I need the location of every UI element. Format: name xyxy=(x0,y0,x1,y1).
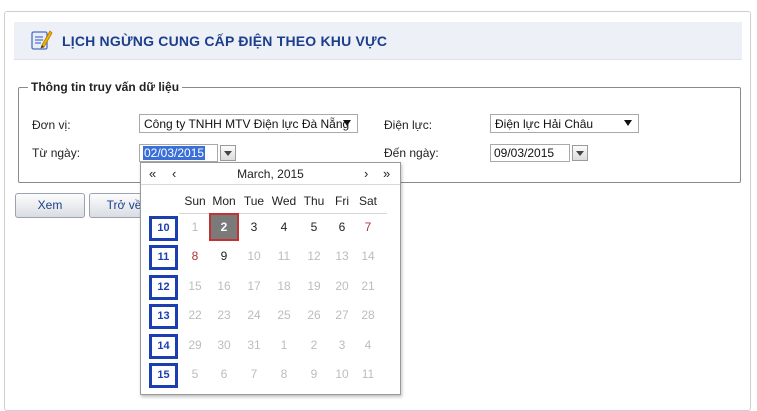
page-header: LỊCH NGỪNG CUNG CẤP ĐIỆN THEO KHU VỰC xyxy=(14,22,742,60)
calendar-day[interactable]: 7 xyxy=(354,220,382,234)
tu-ngay-input[interactable]: 02/03/2015 xyxy=(139,144,218,162)
week-number[interactable]: 13 xyxy=(149,304,178,329)
next-year-button[interactable]: » xyxy=(383,166,390,181)
chevron-down-icon xyxy=(624,120,632,126)
date-picker-calendar: « ‹ March, 2015 › » Sun Mon Tue Wed Thu … xyxy=(140,162,401,395)
calendar-day[interactable]: 28 xyxy=(354,308,382,322)
tu-ngay-dropdown-button[interactable] xyxy=(220,145,236,161)
calendar-day[interactable]: 29 xyxy=(181,338,209,352)
calendar-day[interactable]: 31 xyxy=(240,338,268,352)
weekday-tue: Tue xyxy=(243,194,265,208)
week-number[interactable]: 10 xyxy=(149,216,178,241)
den-ngay-input[interactable]: 09/03/2015 xyxy=(490,144,570,162)
week-number[interactable]: 11 xyxy=(149,245,178,270)
weekday-mon: Mon xyxy=(212,194,236,208)
query-legend: Thông tin truy vấn dữ liệu xyxy=(28,80,183,94)
calendar-day[interactable]: 3 xyxy=(328,338,356,352)
don-vi-value: Công ty TNHH MTV Điện lực Đà Nẵng xyxy=(144,117,350,131)
weekday-sat: Sat xyxy=(358,194,377,208)
calendar-nav: « ‹ March, 2015 › » xyxy=(141,163,400,185)
calendar-day[interactable]: 9 xyxy=(210,249,238,263)
weekday-fri: Fri xyxy=(335,194,349,208)
calendar-day[interactable]: 15 xyxy=(181,279,209,293)
calendar-day[interactable]: 2 xyxy=(300,338,328,352)
xem-button[interactable]: Xem xyxy=(15,193,85,218)
calendar-day[interactable]: 14 xyxy=(354,249,382,263)
calendar-day[interactable]: 10 xyxy=(240,249,268,263)
calendar-day[interactable]: 22 xyxy=(181,308,209,322)
next-month-button[interactable]: › xyxy=(364,166,368,181)
calendar-day[interactable]: 1 xyxy=(270,338,298,352)
calendar-day[interactable]: 13 xyxy=(328,249,356,263)
tu-ngay-value: 02/03/2015 xyxy=(143,146,206,160)
calendar-day[interactable]: 8 xyxy=(181,249,209,263)
calendar-day[interactable]: 25 xyxy=(270,308,298,322)
week-number[interactable]: 14 xyxy=(149,334,178,359)
don-vi-label: Đơn vị: xyxy=(32,118,71,132)
calendar-day[interactable]: 12 xyxy=(300,249,328,263)
don-vi-select[interactable]: Công ty TNHH MTV Điện lực Đà Nẵng xyxy=(139,114,358,133)
calendar-day[interactable]: 19 xyxy=(300,279,328,293)
notepad-pencil-icon xyxy=(31,30,53,50)
week-number[interactable]: 15 xyxy=(149,363,178,388)
calendar-day[interactable]: 8 xyxy=(270,367,298,381)
dien-luc-select[interactable]: Điện lực Hải Châu xyxy=(490,114,639,133)
calendar-day[interactable]: 9 xyxy=(300,367,328,381)
calendar-day[interactable]: 27 xyxy=(328,308,356,322)
weekday-wed: Wed xyxy=(271,194,297,208)
weekday-sun: Sun xyxy=(184,194,206,208)
calendar-day[interactable]: 11 xyxy=(270,249,298,263)
calendar-day[interactable]: 23 xyxy=(210,308,238,322)
calendar-day[interactable]: 7 xyxy=(240,367,268,381)
calendar-day[interactable]: 5 xyxy=(181,367,209,381)
dien-luc-label: Điện lực: xyxy=(384,118,433,132)
dien-luc-value: Điện lực Hải Châu xyxy=(495,117,594,131)
calendar-day[interactable]: 20 xyxy=(328,279,356,293)
calendar-day[interactable]: 16 xyxy=(210,279,238,293)
calendar-day[interactable]: 10 xyxy=(328,367,356,381)
chevron-down-icon xyxy=(343,120,351,126)
calendar-day[interactable]: 6 xyxy=(328,220,356,234)
calendar-day[interactable]: 3 xyxy=(240,220,268,234)
calendar-day[interactable]: 4 xyxy=(270,220,298,234)
weekday-thu: Thu xyxy=(303,194,325,208)
calendar-day[interactable]: 18 xyxy=(270,279,298,293)
calendar-day[interactable]: 17 xyxy=(240,279,268,293)
calendar-month-title: March, 2015 xyxy=(237,167,304,181)
week-number[interactable]: 12 xyxy=(149,275,178,300)
calendar-day[interactable]: 26 xyxy=(300,308,328,322)
calendar-day[interactable]: 4 xyxy=(354,338,382,352)
calendar-day[interactable]: 21 xyxy=(354,279,382,293)
calendar-day[interactable]: 24 xyxy=(240,308,268,322)
calendar-day[interactable]: 1 xyxy=(181,220,209,234)
calendar-day[interactable]: 6 xyxy=(210,367,238,381)
calendar-day[interactable]: 5 xyxy=(300,220,328,234)
page-title: LỊCH NGỪNG CUNG CẤP ĐIỆN THEO KHU VỰC xyxy=(62,33,388,49)
calendar-day[interactable]: 30 xyxy=(210,338,238,352)
den-ngay-dropdown-button[interactable] xyxy=(572,145,588,161)
tu-ngay-label: Từ ngày: xyxy=(32,146,81,160)
den-ngay-label: Đến ngày: xyxy=(384,146,439,160)
calendar-day-selected[interactable]: 2 xyxy=(209,213,239,241)
den-ngay-value: 09/03/2015 xyxy=(494,146,555,160)
calendar-day[interactable]: 11 xyxy=(354,367,382,381)
